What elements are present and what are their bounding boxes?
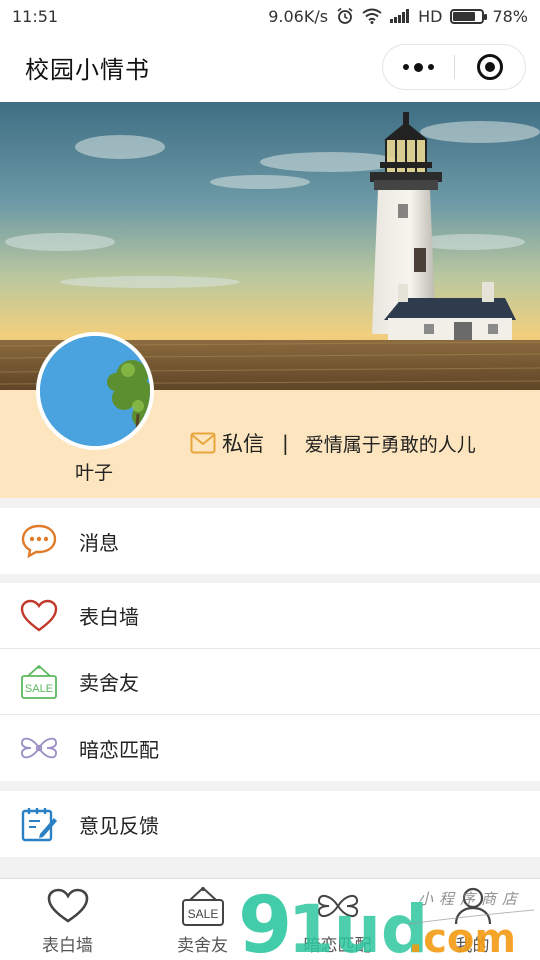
bow-icon — [19, 728, 59, 768]
sale-tag-icon: SALE — [19, 662, 59, 702]
mail-icon[interactable] — [190, 432, 216, 454]
menu-item-sell-roommate[interactable]: SALE 卖舍友 — [0, 649, 540, 715]
tab-mine[interactable]: 我的 — [405, 879, 540, 960]
menu-item-messages[interactable]: 消息 — [0, 508, 540, 574]
close-button[interactable] — [455, 45, 525, 89]
menu-label: 意见反馈 — [79, 813, 159, 838]
sale-text: SALE — [187, 907, 218, 921]
avatar-tree-image — [40, 336, 150, 446]
battery-fill — [453, 11, 475, 21]
username: 叶子 — [74, 462, 113, 484]
status-bar: 11:51 9.06K/s HD 78% — [0, 0, 540, 32]
sale-text: SALE — [25, 683, 53, 695]
more-button[interactable] — [383, 45, 454, 89]
tab-crush-match[interactable]: 暗恋匹配 — [270, 879, 405, 960]
page-title: 校园小情书 — [25, 55, 150, 84]
wifi-icon — [362, 8, 382, 24]
network-type: HD — [418, 6, 443, 26]
separator: | — [282, 431, 289, 455]
private-message-link[interactable]: 私信 — [222, 428, 264, 458]
dot-icon — [403, 64, 409, 70]
menu-label: 卖舍友 — [79, 671, 139, 695]
menu-label: 暗恋匹配 — [79, 737, 159, 762]
menu-item-feedback[interactable]: 意见反馈 — [0, 791, 540, 857]
tab-label: 表白墙 — [42, 936, 93, 956]
avatar[interactable] — [36, 332, 154, 450]
target-icon — [476, 54, 503, 80]
alarm-icon — [337, 7, 353, 24]
dot-icon — [414, 62, 423, 72]
menu-item-confession-wall[interactable]: 表白墙 — [0, 583, 540, 649]
sale-tag-icon: SALE — [181, 885, 225, 927]
battery-percent: 78% — [492, 6, 528, 26]
edit-note-icon — [19, 804, 59, 844]
miniprogram-capsule — [382, 44, 526, 90]
tab-label: 卖舍友 — [177, 936, 228, 956]
menu-section-messages: 消息 — [0, 508, 540, 574]
tab-sell-roommate[interactable]: SALE 卖舍友 — [135, 879, 270, 960]
menu-section-features: 表白墙 SALE 卖舍友 暗恋匹配 — [0, 583, 540, 781]
status-indicators: 9.06K/s HD 78% — [268, 7, 528, 26]
bottom-tab-bar: 表白墙 SALE 卖舍友 暗恋匹配 我的 — [0, 878, 540, 960]
heart-icon — [19, 596, 59, 636]
signal-icon — [390, 9, 410, 23]
battery-icon — [450, 8, 488, 24]
menu-item-crush-match[interactable]: 暗恋匹配 — [0, 715, 540, 781]
menu-label: 消息 — [79, 530, 119, 555]
dot-icon — [428, 64, 434, 70]
network-speed: 9.06K/s — [268, 6, 329, 26]
tab-label: 暗恋匹配 — [303, 936, 372, 956]
nav-bar: 校园小情书 — [0, 32, 540, 102]
person-icon — [451, 885, 495, 927]
chat-bubble-icon — [19, 521, 59, 561]
user-motto: 爱情属于勇敢的人儿 — [304, 433, 476, 456]
menu-section-feedback: 意见反馈 — [0, 791, 540, 857]
heart-icon — [46, 885, 90, 927]
menu-label: 表白墙 — [79, 605, 139, 629]
tab-label: 我的 — [455, 936, 490, 956]
private-message-row: 私信 | 爱情属于勇敢的人儿 — [190, 428, 476, 458]
bow-icon — [316, 885, 360, 927]
status-time: 11:51 — [12, 6, 59, 26]
tab-confession-wall[interactable]: 表白墙 — [0, 879, 135, 960]
